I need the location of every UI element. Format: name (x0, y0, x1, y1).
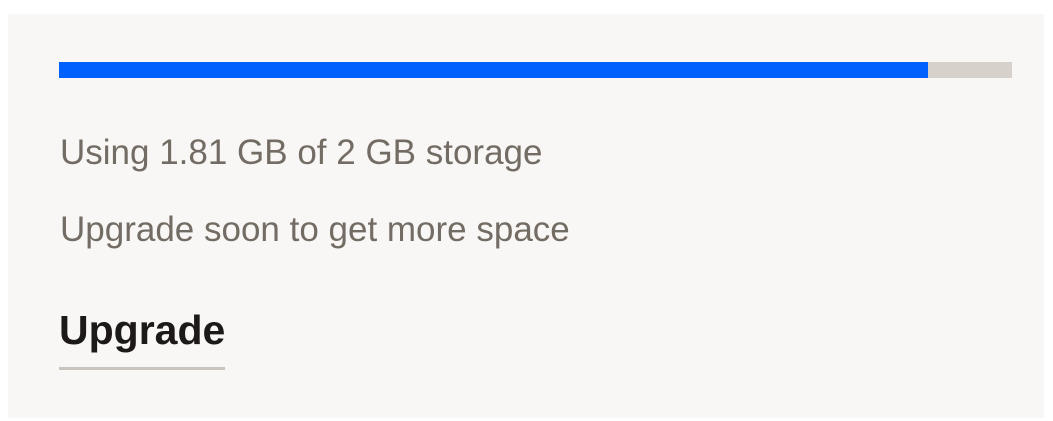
storage-usage-text: Using 1.81 GB of 2 GB storage (60, 133, 543, 172)
storage-progress-fill (59, 62, 929, 78)
storage-progress-bar (59, 62, 1012, 78)
storage-panel: Using 1.81 GB of 2 GB storage Upgrade so… (8, 14, 1044, 418)
upgrade-link[interactable]: Upgrade (59, 307, 226, 370)
upgrade-hint-text: Upgrade soon to get more space (60, 210, 570, 249)
